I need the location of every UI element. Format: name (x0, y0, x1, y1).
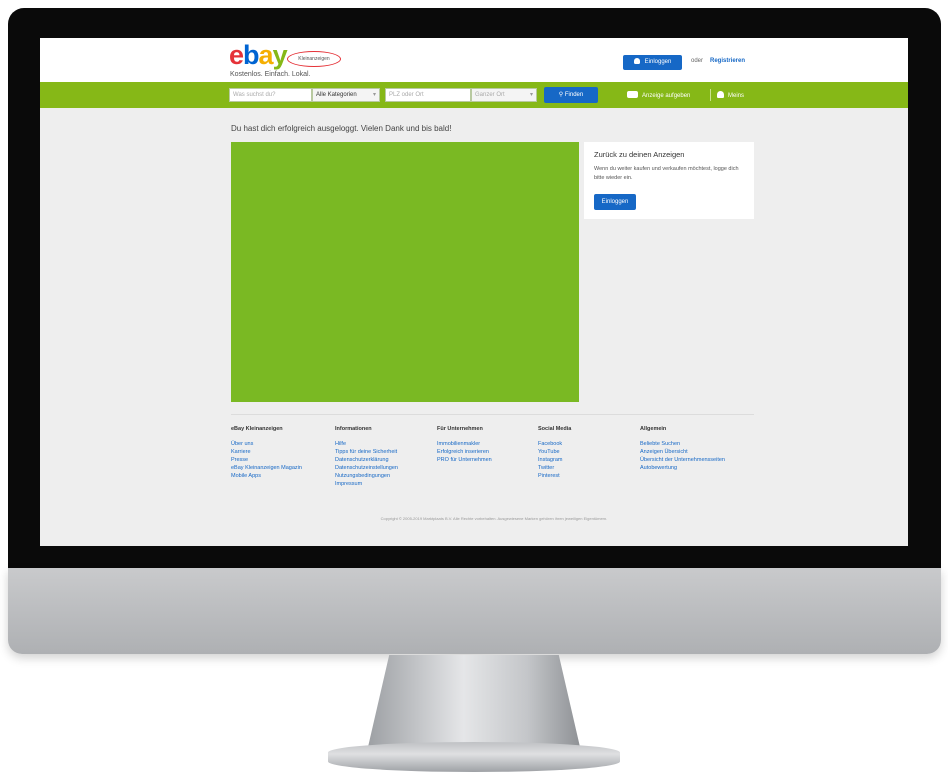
login-card: Zurück zu deinen Anzeigen Wenn du weiter… (584, 142, 754, 219)
footer-link[interactable]: Übersicht der Unternehmensseiten (640, 456, 750, 464)
footer-column-general: Allgemein Beliebte Suchen Anzeigen Übers… (640, 426, 750, 472)
category-select[interactable]: Alle Kategorien ▾ (312, 88, 380, 102)
site-logo[interactable]: ebay Kleinanzeigen Kostenlos. Einfach. L… (229, 40, 369, 80)
card-login-button[interactable]: Einloggen (594, 194, 636, 210)
nav-divider (710, 89, 711, 101)
footer-column-business: Für Unternehmen Immobilienmakler Erfolgr… (437, 426, 547, 464)
footer-heading: Für Unternehmen (437, 426, 483, 432)
user-icon (633, 58, 640, 64)
search-bar: Was suchst du? Alle Kategorien ▾ PLZ ode… (40, 82, 908, 108)
footer-link[interactable]: Datenschutzeinstellungen (335, 464, 445, 472)
footer-link[interactable]: Pinterest (538, 472, 648, 480)
footer-link[interactable]: Autobewertung (640, 464, 750, 472)
footer-link[interactable]: PRO für Unternehmen (437, 456, 547, 464)
footer-divider (231, 414, 754, 415)
copyright-text: Copyright © 2005-2019 Marktplaats B.V. A… (380, 516, 608, 521)
screen: ebay Kleinanzeigen Kostenlos. Einfach. L… (40, 38, 908, 546)
footer-heading: Informationen (335, 426, 372, 432)
chevron-down-icon: ▾ (372, 92, 376, 98)
site-header: ebay Kleinanzeigen Kostenlos. Einfach. L… (40, 38, 908, 82)
footer-link[interactable]: Immobilienmakler (437, 440, 547, 448)
kleinanzeigen-badge: Kleinanzeigen (287, 51, 341, 67)
user-icon (717, 91, 724, 98)
footer-column-ebay: eBay Kleinanzeigen Über uns Karriere Pre… (231, 426, 341, 480)
footer-link[interactable]: Mobile Apps (231, 472, 341, 480)
footer-link[interactable]: Über uns (231, 440, 341, 448)
monitor-stand-base (328, 742, 620, 772)
camera-icon (627, 91, 638, 98)
footer-link[interactable]: Karriere (231, 448, 341, 456)
login-card-title: Zurück zu deinen Anzeigen (594, 150, 685, 159)
footer-heading: eBay Kleinanzeigen (231, 426, 283, 432)
post-ad-link[interactable]: Anzeige aufgeben (627, 91, 690, 99)
logo-tagline: Kostenlos. Einfach. Lokal. (230, 71, 311, 78)
footer-link[interactable]: Hilfe (335, 440, 445, 448)
footer-link[interactable]: Presse (231, 456, 341, 464)
footer-column-information: Informationen Hilfe Tipps für deine Sich… (335, 426, 445, 488)
header-login-button[interactable]: Einloggen (623, 55, 682, 70)
register-link[interactable]: Registrieren (710, 58, 745, 64)
monitor-stand-neck (368, 655, 580, 747)
footer-link[interactable]: Twitter (538, 464, 648, 472)
footer-link[interactable]: Datenschutzerklärung (335, 456, 445, 464)
my-account-link[interactable]: Meins (717, 91, 744, 99)
footer-link[interactable]: Instagram (538, 456, 648, 464)
footer-column-social: Social Media Facebook YouTube Instagram … (538, 426, 648, 480)
search-icon: ⚲ (558, 92, 564, 98)
footer-link[interactable]: YouTube (538, 448, 648, 456)
radius-select[interactable]: Ganzer Ort ▾ (471, 88, 537, 102)
footer-link[interactable]: Nutzungsbedingungen (335, 472, 445, 480)
search-input[interactable]: Was suchst du? (229, 88, 312, 102)
footer-link[interactable]: Tipps für deine Sicherheit (335, 448, 445, 456)
footer-link[interactable]: Anzeigen Übersicht (640, 448, 750, 456)
footer-heading: Social Media (538, 426, 572, 432)
logout-message: Du hast dich erfolgreich ausgeloggt. Vie… (231, 124, 452, 133)
find-button[interactable]: ⚲ Finden (544, 87, 598, 103)
footer-heading: Allgemein (640, 426, 667, 432)
ebay-wordmark: ebay (229, 40, 288, 70)
footer-link[interactable]: Facebook (538, 440, 648, 448)
footer-link[interactable]: Impressum (335, 480, 445, 488)
or-label: oder (691, 58, 704, 64)
footer-link[interactable]: Beliebte Suchen (640, 440, 750, 448)
location-input[interactable]: PLZ oder Ort (385, 88, 471, 102)
monitor-chin (8, 568, 941, 654)
login-card-text: Wenn du weiter kaufen und verkaufen möch… (594, 166, 739, 181)
footer-link[interactable]: Erfolgreich inserieren (437, 448, 547, 456)
ad-placeholder (231, 142, 579, 402)
footer-link[interactable]: eBay Kleinanzeigen Magazin (231, 464, 341, 472)
chevron-down-icon: ▾ (529, 92, 533, 98)
